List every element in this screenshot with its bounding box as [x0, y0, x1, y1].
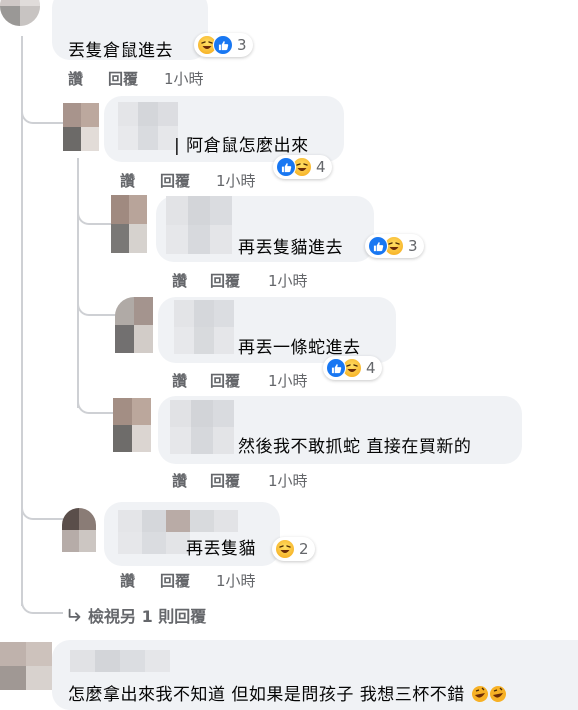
rofl-emoji-icon — [471, 685, 489, 703]
timestamp[interactable]: 1小時 — [268, 270, 308, 291]
comment-text: 再丟隻貓 — [186, 539, 256, 559]
blurred-name — [174, 300, 234, 354]
avatar[interactable] — [0, 642, 52, 690]
reaction-summary[interactable]: 3 — [194, 33, 253, 57]
reaction-summary[interactable]: 4 — [323, 356, 382, 380]
like-button[interactable]: 讚 — [68, 68, 83, 89]
view-more-replies[interactable]: 檢視另 1 則回覆 — [66, 603, 206, 627]
blurred-name — [170, 400, 234, 454]
reaction-count: 4 — [316, 158, 326, 176]
thread-line-main — [21, 36, 23, 606]
timestamp[interactable]: 1小時 — [268, 470, 308, 491]
reaction-count: 3 — [408, 237, 418, 255]
avatar[interactable] — [111, 195, 147, 253]
avatar[interactable] — [115, 297, 153, 353]
like-button[interactable]: 讚 — [120, 570, 135, 591]
thread-connector — [21, 498, 63, 520]
reply-button[interactable]: 回覆 — [210, 470, 240, 491]
avatar[interactable] — [62, 508, 96, 552]
blurred-name — [118, 102, 178, 150]
reaction-count: 3 — [237, 36, 247, 54]
like-button[interactable]: 讚 — [172, 370, 187, 391]
comment-text: 怎麼拿出來我不知道 但如果是問孩子 我想三杯不錯 — [68, 680, 507, 705]
reaction-count: 2 — [299, 540, 309, 558]
timestamp[interactable]: 1小時 — [268, 370, 308, 391]
like-icon — [213, 35, 233, 55]
thread-connector — [77, 290, 117, 316]
avatar[interactable] — [113, 398, 151, 452]
reply-button[interactable]: 回覆 — [210, 370, 240, 391]
comment-text: 然後我不敢抓蛇 直接在買新的 — [238, 437, 472, 457]
reply-button[interactable]: 回覆 — [210, 270, 240, 291]
timestamp[interactable]: 1小時 — [216, 570, 256, 591]
blurred-name — [166, 196, 232, 254]
reply-button[interactable]: 回覆 — [160, 570, 190, 591]
rofl-emoji-icon — [489, 685, 507, 703]
view-more-label: 檢視另 1 則回覆 — [88, 607, 207, 626]
comment-text: 再丟隻貓進去 — [238, 238, 343, 258]
reaction-summary[interactable]: 3 — [365, 234, 424, 258]
thread-connector — [21, 104, 63, 124]
thread-line-nested — [77, 158, 79, 408]
haha-icon — [275, 539, 295, 559]
reply-button[interactable]: 回覆 — [160, 170, 190, 191]
like-button[interactable]: 讚 — [172, 470, 187, 491]
avatar[interactable] — [0, 0, 40, 26]
comment-text: | 阿倉鼠怎麼出來 — [174, 136, 309, 156]
comment-text: 再丟一條蛇進去 — [238, 338, 361, 358]
comment-text: 丟隻倉鼠進去 — [68, 41, 173, 61]
timestamp[interactable]: 1小時 — [164, 68, 204, 89]
reaction-count: 4 — [366, 359, 376, 377]
avatar[interactable] — [63, 103, 99, 151]
thread-connector — [21, 594, 63, 614]
thread-connector — [77, 392, 113, 414]
reaction-summary[interactable]: 2 — [272, 537, 315, 561]
reply-arrow-icon — [66, 607, 88, 626]
like-button[interactable]: 讚 — [172, 270, 187, 291]
blurred-name — [70, 650, 170, 672]
thread-connector — [77, 205, 111, 225]
like-icon — [276, 157, 296, 177]
reply-button[interactable]: 回覆 — [108, 68, 138, 89]
timestamp[interactable]: 1小時 — [216, 170, 256, 191]
like-button[interactable]: 讚 — [120, 170, 135, 191]
like-icon — [368, 236, 388, 256]
reaction-summary[interactable]: 4 — [273, 155, 332, 179]
like-icon — [326, 358, 346, 378]
